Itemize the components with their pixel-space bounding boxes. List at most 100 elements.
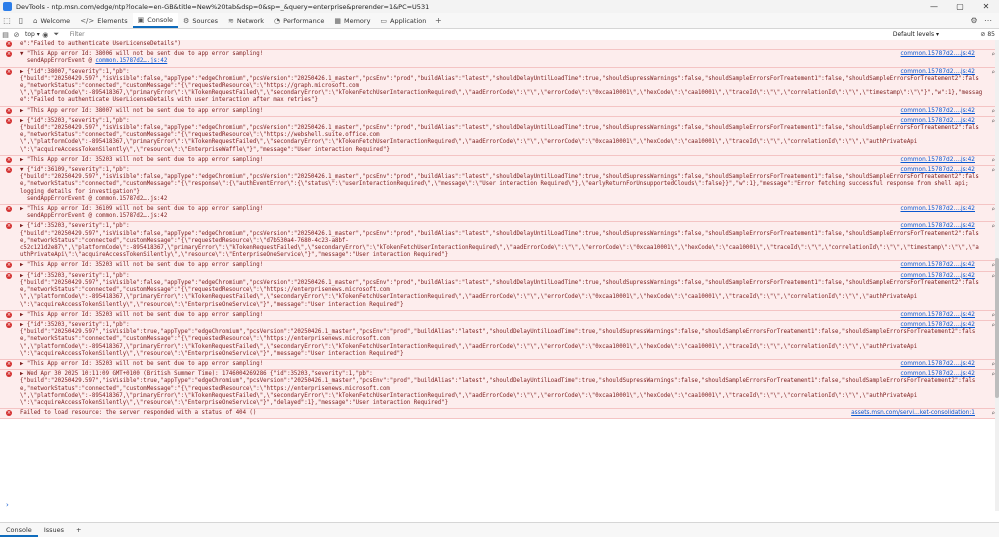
stack-link[interactable]: common.15787d2….js:42 [95,58,167,64]
console-error-row[interactable]: × e":"Failed to authenticate UserLicenseD… [0,40,999,51]
console-error-row[interactable]: × ▼ "This App error Id: 38006 will not be… [0,50,999,68]
more-icon[interactable]: ⋯ [981,14,995,28]
console-prompt[interactable]: › [0,500,999,510]
console-error-row[interactable]: × ▶ {"id":35203,"severity":1,"pb": {"buil… [0,271,999,311]
source-link[interactable]: common.15787d2….js:42 [901,167,976,174]
performance-icon: ◔ [274,16,281,25]
scrollbar-thumb[interactable] [995,258,999,398]
filter-input[interactable]: Filter [70,31,890,38]
source-link[interactable]: common.15787d2….js:42 [901,322,976,329]
tab-list: ⌂ Welcome </> Elements ▣ Console ⚙ Sources ≋ Netw… [28,13,431,28]
console-error-row[interactable]: × ▼ {"id":36109,"severity":1,"pb": {"buil… [0,166,999,206]
error-icon: × [6,262,12,269]
source-link[interactable]: common.15787d2….js:42 [901,157,976,164]
drawer-add-icon[interactable]: + [70,523,87,537]
console-error-row[interactable]: × Failed to load resource: the server res… [0,409,999,420]
console-error-row[interactable]: × ▶ "This App error Id: 35203 will not be… [0,310,999,321]
minimize-icon[interactable]: — [921,0,947,13]
console-message-text: ▶ "This App error Id: 35203 will not be … [20,156,264,163]
scrollbar[interactable] [995,40,999,511]
settings-icon[interactable]: ⚙ [967,14,981,28]
tab-label: Memory [343,16,371,25]
source-link[interactable]: common.15787d2….js:42 [901,262,976,269]
source-link[interactable]: common.15787d2….js:42 [901,223,976,230]
error-icon: × [6,117,12,124]
window-controls: — ▢ ✕ [921,0,999,13]
issues-badge[interactable]: ⊘ 85 [980,29,995,40]
network-icon: ≋ [228,16,234,25]
tab-elements[interactable]: </> Elements [75,13,132,28]
drawer-tab-console[interactable]: Console [0,523,38,537]
eye-icon[interactable]: ◉ [40,29,51,40]
error-icon: × [6,410,12,417]
tabbar-right: ⚙ ⋯ [967,13,995,28]
tab-welcome[interactable]: ⌂ Welcome [28,13,75,28]
console-error-row[interactable]: × ▶ {"id":35203,"severity":1,"pb": {"buil… [0,320,999,360]
error-icon: × [6,51,12,58]
add-tab-icon[interactable]: + [431,14,445,28]
console-error-row[interactable]: × ▶ "This App error Id: 35203 will not be… [0,261,999,272]
tab-network[interactable]: ≋ Network [223,13,269,28]
source-link[interactable]: common.15787d2….js:42 [901,51,976,58]
console-error-row[interactable]: × ▶ "This App error Id: 35203 will not be… [0,359,999,371]
close-icon[interactable]: ✕ [973,0,999,13]
home-icon: ⌂ [33,16,38,25]
tab-console[interactable]: ▣ Console [132,13,179,28]
tab-application[interactable]: ▭ Application [375,13,431,28]
source-link[interactable]: common.15787d2….js:42 [901,273,976,280]
tab-label: Network [236,16,265,25]
source-link[interactable]: common.15787d2….js:42 [901,69,976,76]
devtools-tabbar: ⬚ ▯ ⌂ Welcome </> Elements ▣ Console ⚙ Sources ≋… [0,13,999,29]
console-error-row[interactable]: × ▶ "This App error Id: 35203 will not be… [0,155,999,167]
error-icon: × [6,107,12,114]
device-toolbar-icon[interactable]: ▯ [14,14,28,28]
sidebar-icon[interactable]: ▤ [0,29,11,40]
error-icon: × [6,167,12,174]
console-error-row[interactable]: × ▶ "This App error Id: 38007 will not be… [0,106,999,117]
maximize-icon[interactable]: ▢ [947,0,973,13]
inspect-icon[interactable]: ⬚ [0,14,14,28]
memory-icon: ▦ [334,16,341,25]
filter-icon: ⏷ [53,30,60,38]
console-message-text: ▶ {"id":35203,"severity":1,"pb": {"build… [20,117,979,153]
tab-memory[interactable]: ▦ Memory [329,13,375,28]
console-message-text: ▶ {"id":38007,"severity":1,"pb": {"build… [20,68,983,104]
console-error-row[interactable]: × ▶ {"id":35203,"severity":1,"pb": {"buil… [0,116,999,156]
clear-console-icon[interactable]: ⊘ [11,29,22,40]
error-icon: × [6,311,12,318]
context-selector[interactable]: top ▾ [25,31,40,38]
title-bar: DevTools - ntp.msn.com/edge/ntp?locale=e… [0,0,999,13]
window-title: DevTools - ntp.msn.com/edge/ntp?locale=e… [16,2,430,11]
source-link[interactable]: common.15787d2….js:42 [901,118,976,125]
elements-icon: </> [80,16,95,25]
console-message-text: ▶ "This App error Id: 35203 will not be … [20,262,264,269]
drawer-tab-issues[interactable]: Issues [38,523,70,537]
console-error-row[interactable]: × ▶ "This App error Id: 36109 will not be… [0,205,999,223]
console-error-row[interactable]: × ▶ {"id":35203,"severity":1,"pb": {"buil… [0,222,999,262]
console-error-row[interactable]: × ▶ {"id":38007,"severity":1,"pb": {"buil… [0,67,999,107]
console-message-text: ▶ {"id":35203,"severity":1,"pb": {"build… [20,321,976,357]
source-link[interactable]: common.15787d2….js:42 [901,371,976,378]
source-link[interactable]: common.15787d2….js:42 [901,108,976,115]
source-link[interactable]: common.15787d2….js:42 [901,206,976,213]
tab-label: Console [147,15,174,24]
error-icon: × [6,41,12,47]
log-levels-dropdown[interactable]: Default levels ▾ [893,29,939,40]
tab-label: Welcome [40,16,71,25]
tab-label: Performance [283,16,325,25]
console-message-text: Failed to load resource: the server resp… [20,410,257,417]
tab-sources[interactable]: ⚙ Sources [178,13,223,28]
console-error-row[interactable]: × ▶ Wed Apr 30 2025 10:11:09 GMT+0100 (Br… [0,370,999,410]
error-icon: × [6,206,12,213]
error-icon: × [6,223,12,230]
tab-label: Sources [192,16,219,25]
error-icon: × [6,156,12,163]
console-message-text: ▶ "This App error Id: 35203 will not be … [20,360,264,367]
error-icon: × [6,360,12,367]
tab-performance[interactable]: ◔ Performance [269,13,329,28]
console-message-text: ▶ "This App error Id: 36109 will not be … [20,206,264,220]
source-link[interactable]: assets.msn.com/servi…ket-consolidation:1 [851,410,975,417]
source-link[interactable]: common.15787d2….js:42 [901,361,976,368]
console-message-text: ▼ {"id":36109,"severity":1,"pb": {"build… [20,167,979,202]
source-link[interactable]: common.15787d2….js:42 [901,312,976,319]
